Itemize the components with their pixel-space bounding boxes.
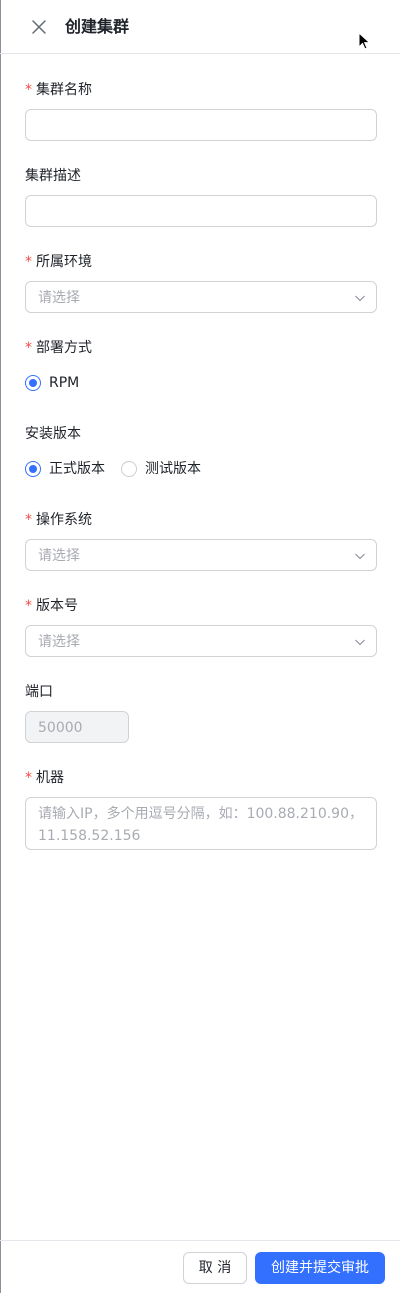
environment-select[interactable]: 请选择	[25, 281, 377, 313]
create-submit-button[interactable]: 创建并提交审批	[255, 1252, 385, 1284]
cluster-name-input[interactable]	[25, 109, 377, 141]
radio-rpm[interactable]	[25, 375, 41, 391]
port-input-disabled: 50000	[25, 711, 129, 743]
port-label: 端口	[25, 684, 53, 700]
radio-test-version[interactable]	[121, 461, 137, 477]
radio-test-version-label[interactable]: 测试版本	[145, 459, 201, 479]
cluster-name-label: * 集群名称	[25, 82, 92, 98]
select-placeholder: 请选择	[38, 634, 80, 650]
select-placeholder: 请选择	[38, 548, 80, 564]
chevron-down-icon	[355, 553, 365, 560]
install-version-radio-group: 正式版本 测试版本	[25, 459, 225, 479]
required-mark: *	[25, 512, 32, 528]
machines-textarea[interactable]: 请输入IP，多个用逗号分隔，如：100.88.210.90，11.158.52.…	[25, 797, 377, 850]
select-placeholder: 请选择	[38, 290, 80, 306]
version-no-select[interactable]: 请选择	[25, 625, 377, 657]
required-mark: *	[25, 770, 32, 786]
version-no-label: * 版本号	[25, 598, 78, 614]
mouse-cursor-icon	[358, 32, 371, 50]
environment-label: * 所属环境	[25, 254, 92, 270]
close-icon[interactable]	[28, 16, 50, 38]
os-label: * 操作系统	[25, 512, 92, 528]
radio-release-version-label[interactable]: 正式版本	[49, 459, 105, 479]
radio-rpm-label[interactable]: RPM	[49, 373, 79, 393]
drawer-left-edge	[0, 0, 1, 1293]
chevron-down-icon	[355, 295, 365, 302]
port-placeholder: 50000	[38, 720, 83, 736]
chevron-down-icon	[355, 639, 365, 646]
machines-label: * 机器	[25, 770, 64, 786]
drawer-title: 创建集群	[65, 17, 130, 36]
cluster-desc-label: 集群描述	[25, 168, 81, 184]
deploy-mode-radio-group: RPM	[25, 373, 145, 393]
install-version-label: 安装版本	[25, 426, 81, 442]
textarea-placeholder: 请输入IP，多个用逗号分隔，如：100.88.210.90，11.158.52.…	[38, 806, 363, 844]
cancel-button[interactable]: 取 消	[183, 1252, 247, 1284]
os-select[interactable]: 请选择	[25, 539, 377, 571]
deploy-mode-label: * 部署方式	[25, 340, 92, 356]
required-mark: *	[25, 254, 32, 270]
required-mark: *	[25, 598, 32, 614]
drawer-header: 创建集群	[0, 0, 400, 54]
required-mark: *	[25, 82, 32, 98]
radio-release-version[interactable]	[25, 461, 41, 477]
cluster-desc-input[interactable]	[25, 195, 377, 227]
required-mark: *	[25, 340, 32, 356]
